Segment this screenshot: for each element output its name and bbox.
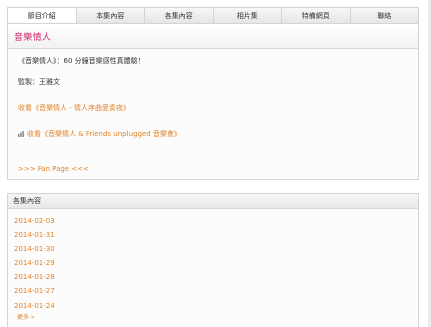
episode-link[interactable]: 2014-02-03 [14, 217, 55, 225]
program-title: 音樂情人 [14, 32, 52, 43]
watch-link-unplugged[interactable]: 收看《音樂情人 & Friends unplugged 音樂會》 [18, 129, 181, 139]
episode-link[interactable]: 2014-01-30 [14, 245, 55, 253]
music-icon [18, 131, 24, 137]
tab-all-episodes[interactable]: 各集內容 [145, 7, 214, 24]
tab-current-episode[interactable]: 本集內容 [76, 7, 145, 24]
producer-credit: 監製：王雅文 [18, 78, 60, 86]
more-episodes-link[interactable]: 更多 » [17, 312, 35, 321]
tab-program-intro[interactable]: 節目介紹 [7, 7, 77, 24]
tab-contact[interactable]: 聯絡 [350, 7, 419, 24]
episode-link[interactable]: 2014-01-31 [14, 231, 55, 239]
episode-link[interactable]: 2014-01-28 [14, 273, 55, 281]
episodes-header: 各集內容 [8, 194, 418, 209]
episode-link[interactable]: 2014-01-27 [14, 287, 55, 295]
episode-link[interactable]: 2014-01-29 [14, 259, 55, 267]
watch-link-unplugged-label: 收看《音樂情人 & Friends unplugged 音樂會》 [27, 130, 181, 138]
tab-bar: 節目介紹 本集內容 各集內容 相片集 特備網頁 聯絡 [7, 7, 419, 24]
tab-special-pages[interactable]: 特備網頁 [282, 7, 351, 24]
episode-link[interactable]: 2014-01-24 [14, 302, 55, 310]
program-description: 《音樂情人》：60 分鐘音樂感性真體驗！ [18, 57, 145, 65]
watch-link-serenade[interactable]: 收看《音樂情人 - 情人序曲愛奏夜》 [18, 103, 130, 113]
program-intro-panel: 音樂情人 《音樂情人》：60 分鐘音樂感性真體驗！ 監製：王雅文 收看《音樂情人… [7, 23, 419, 180]
program-header: 音樂情人 [8, 24, 418, 49]
episodes-panel: 各集內容 2014-02-03 2014-01-31 2014-01-30 20… [7, 193, 419, 327]
tab-photo-gallery[interactable]: 相片集 [213, 7, 282, 24]
fan-page-link[interactable]: >>> Fan Page <<< [18, 165, 89, 173]
